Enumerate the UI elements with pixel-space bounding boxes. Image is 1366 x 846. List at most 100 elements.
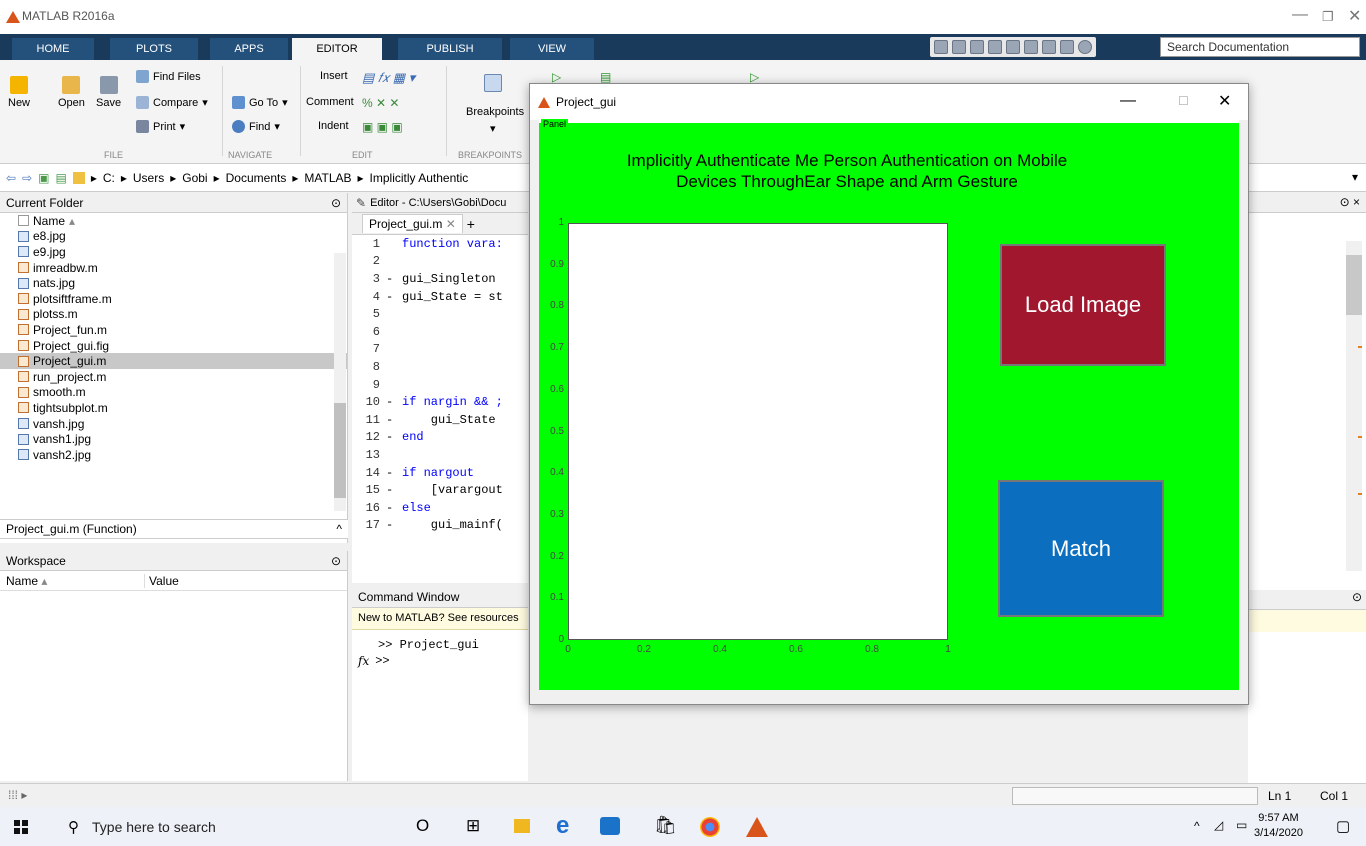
fx-icon[interactable]: fx bbox=[358, 654, 369, 668]
breadcrumb-drive[interactable]: C: bbox=[103, 171, 115, 185]
code-line[interactable]: 10- if nargin && ; bbox=[352, 393, 528, 411]
address-dropdown-icon[interactable]: ▾ bbox=[1352, 170, 1358, 184]
copy-icon[interactable] bbox=[988, 40, 1002, 54]
breadcrumb-matlab[interactable]: MATLAB bbox=[304, 171, 351, 185]
code-line[interactable]: 7 bbox=[352, 341, 528, 359]
file-list-item[interactable]: Project_gui.fig bbox=[0, 338, 347, 354]
breadcrumb-project[interactable]: Implicitly Authentic bbox=[370, 171, 469, 185]
file-list-item[interactable]: plotsiftframe.m bbox=[0, 291, 347, 307]
code-line[interactable]: 13 bbox=[352, 446, 528, 464]
name-column-header[interactable]: Name ▴ bbox=[0, 213, 347, 229]
plot-axes[interactable] bbox=[568, 223, 948, 640]
gui-minimize-icon[interactable]: — bbox=[1120, 92, 1136, 110]
clock[interactable]: 9:57 AM 3/14/2020 bbox=[1254, 811, 1303, 841]
tab-project-gui-m[interactable]: Project_gui.m ✕ bbox=[362, 214, 463, 233]
tab-publish[interactable]: PUBLISH bbox=[398, 38, 502, 60]
code-line[interactable]: 6 bbox=[352, 323, 528, 341]
code-line[interactable]: 14- if nargout bbox=[352, 464, 528, 482]
file-list-item[interactable]: Project_fun.m bbox=[0, 322, 347, 338]
file-list-item[interactable]: plotss.m bbox=[0, 307, 347, 323]
tray-chevron-icon[interactable]: ^ bbox=[1194, 819, 1200, 833]
breakpoint-marker[interactable]: - bbox=[380, 518, 402, 532]
taskbar-search-input[interactable]: Type here to search bbox=[92, 819, 216, 835]
tab-home[interactable]: HOME bbox=[12, 38, 94, 60]
code-line[interactable]: 9 bbox=[352, 376, 528, 394]
file-list-item[interactable]: nats.jpg bbox=[0, 275, 347, 291]
insert-button[interactable]: Insert bbox=[320, 70, 348, 82]
code-line[interactable]: 16- else bbox=[352, 499, 528, 517]
breakpoint-marker[interactable]: - bbox=[380, 290, 402, 304]
matlab-taskbar-icon[interactable] bbox=[746, 817, 768, 837]
restore-icon[interactable]: ❐ bbox=[1322, 9, 1334, 25]
workspace-col-value[interactable]: Value bbox=[144, 573, 270, 588]
save-icon[interactable] bbox=[952, 40, 966, 54]
code-line[interactable]: 11- gui_State bbox=[352, 411, 528, 429]
load-image-button[interactable]: Load Image bbox=[1000, 244, 1166, 366]
file-list-scrollbar[interactable] bbox=[334, 253, 346, 511]
file-list-item[interactable]: vansh1.jpg bbox=[0, 431, 347, 447]
file-list-item[interactable]: smooth.m bbox=[0, 385, 347, 401]
run-icon[interactable]: ▷ bbox=[552, 70, 561, 84]
run-section-icon[interactable]: ▤ bbox=[600, 70, 611, 84]
code-line[interactable]: 5 bbox=[352, 305, 528, 323]
code-line[interactable]: 8 bbox=[352, 358, 528, 376]
indent-button[interactable]: Indent bbox=[318, 120, 349, 132]
panel-menu-icon[interactable]: ⊙ bbox=[1352, 590, 1362, 604]
cortana-icon[interactable]: O bbox=[416, 816, 429, 836]
gui-maximize-icon[interactable]: ☐ bbox=[1178, 94, 1189, 108]
chrome-icon[interactable] bbox=[700, 817, 720, 837]
up-folder-icon[interactable]: ▣ bbox=[38, 171, 49, 185]
comment-button[interactable]: Comment bbox=[306, 96, 354, 108]
file-explorer-icon[interactable] bbox=[514, 819, 530, 833]
comment-icons[interactable]: % ✕ ✕ bbox=[362, 96, 399, 110]
breakpoint-marker[interactable]: - bbox=[380, 430, 402, 444]
panel-menu-icon[interactable]: ⊙ bbox=[331, 554, 341, 568]
file-list-item[interactable]: tightsubplot.m bbox=[0, 400, 347, 416]
windows-start-icon[interactable] bbox=[14, 820, 28, 834]
file-list-item[interactable]: vansh2.jpg bbox=[0, 447, 347, 463]
breakpoint-marker[interactable]: - bbox=[380, 272, 402, 286]
notifications-icon[interactable]: ▢ bbox=[1336, 817, 1350, 835]
minimize-icon[interactable]: — bbox=[1292, 6, 1308, 24]
switch-windows-icon[interactable] bbox=[1060, 40, 1074, 54]
panel-menu-icon[interactable]: ⊙ bbox=[331, 196, 341, 210]
save-button[interactable]: Save bbox=[96, 76, 121, 109]
code-line[interactable]: 2 bbox=[352, 253, 528, 271]
new-button[interactable]: New bbox=[8, 76, 30, 109]
print-button[interactable]: Print ▾ bbox=[136, 120, 185, 133]
new-tab-icon[interactable]: + bbox=[467, 216, 475, 232]
help-icon[interactable] bbox=[1078, 40, 1092, 54]
tab-view[interactable]: VIEW bbox=[510, 38, 594, 60]
volume-icon[interactable]: ▭ bbox=[1236, 818, 1247, 832]
match-button[interactable]: Match bbox=[998, 480, 1164, 617]
file-list-item[interactable]: e8.jpg bbox=[0, 229, 347, 245]
chevron-up-icon[interactable]: ^ bbox=[336, 522, 342, 536]
breakpoint-marker[interactable]: - bbox=[380, 413, 402, 427]
file-list-item[interactable]: run_project.m bbox=[0, 369, 347, 385]
edge-browser-icon[interactable]: e bbox=[556, 812, 569, 840]
breakpoint-marker[interactable]: - bbox=[380, 466, 402, 480]
tab-plots[interactable]: PLOTS bbox=[110, 38, 198, 60]
breakpoints-button[interactable]: Breakpoints bbox=[466, 106, 524, 118]
paste-icon[interactable] bbox=[1006, 40, 1020, 54]
breadcrumb-gobi[interactable]: Gobi bbox=[182, 171, 207, 185]
back-icon[interactable]: ⇦ bbox=[6, 171, 16, 185]
file-list-item[interactable]: imreadbw.m bbox=[0, 260, 347, 276]
quick-access-icon[interactable] bbox=[934, 40, 948, 54]
breakpoint-marker[interactable]: - bbox=[380, 395, 402, 409]
gui-close-icon[interactable]: ✕ bbox=[1218, 91, 1231, 111]
workspace-col-name[interactable]: Name ▴ bbox=[0, 574, 144, 588]
task-view-icon[interactable]: ⊞ bbox=[466, 816, 480, 836]
find-files-button[interactable]: Find Files bbox=[136, 70, 201, 83]
panel-menu-icon[interactable]: ⊙ × bbox=[1340, 195, 1360, 209]
code-line[interactable]: 1 function vara: bbox=[352, 235, 528, 253]
go-to-button[interactable]: Go To ▾ bbox=[232, 96, 288, 109]
browse-folder-icon[interactable]: ▤ bbox=[55, 171, 66, 185]
tab-apps[interactable]: APPS bbox=[210, 38, 288, 60]
code-line[interactable]: 15- [varargout bbox=[352, 481, 528, 499]
open-button[interactable]: Open bbox=[58, 76, 85, 109]
redo-icon[interactable] bbox=[1042, 40, 1056, 54]
undo-icon[interactable] bbox=[1024, 40, 1038, 54]
breakpoint-marker[interactable]: - bbox=[380, 501, 402, 515]
store-icon[interactable]: 🛍 bbox=[654, 815, 677, 836]
